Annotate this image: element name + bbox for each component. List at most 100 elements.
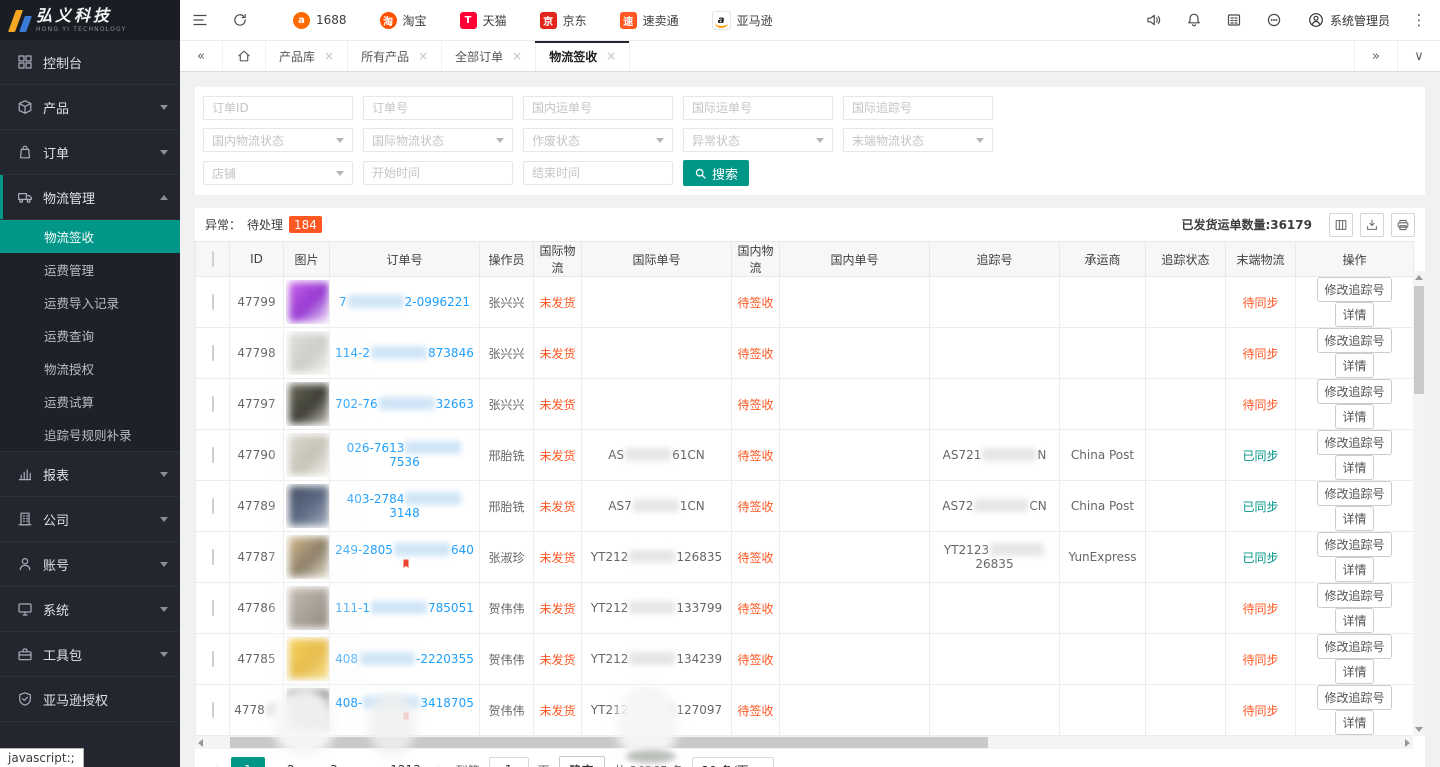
per-page-select[interactable]: 30 条/页	[692, 757, 773, 767]
filter-select-5[interactable]: 末端物流状态	[843, 128, 993, 152]
search-input-1[interactable]	[203, 96, 353, 120]
product-image[interactable]	[286, 586, 330, 630]
product-image[interactable]	[286, 637, 330, 681]
goto-page-input[interactable]	[489, 757, 529, 767]
tab-all-orders[interactable]: 全部订单×	[442, 41, 536, 71]
sidebar-item-system[interactable]: 系统	[0, 587, 180, 632]
edit-tracking-button[interactable]: 修改追踪号	[1317, 328, 1391, 353]
search-button[interactable]: 搜索	[683, 160, 749, 186]
detail-button[interactable]: 详情	[1335, 506, 1373, 531]
pagination-prev[interactable]: ‹	[209, 762, 222, 767]
detail-button[interactable]: 详情	[1335, 302, 1373, 327]
sidebar-item-account[interactable]: 账号	[0, 542, 180, 587]
product-image[interactable]	[286, 535, 330, 579]
end-time-input[interactable]	[523, 161, 673, 185]
platform-taobao[interactable]: 淘淘宝	[380, 12, 427, 29]
detail-button[interactable]: 详情	[1335, 608, 1373, 633]
detail-button[interactable]: 详情	[1335, 455, 1373, 480]
scroll-left-icon[interactable]	[198, 739, 203, 747]
close-icon[interactable]: ×	[512, 49, 522, 63]
order-link[interactable]: 72-0996221	[339, 295, 470, 309]
edit-tracking-button[interactable]: 修改追踪号	[1317, 277, 1391, 302]
pagination-next[interactable]: ›	[434, 762, 447, 767]
tabs-menu-icon[interactable]: ∨	[1397, 41, 1440, 71]
platform-tmall[interactable]: T天猫	[460, 12, 507, 29]
close-icon[interactable]: ×	[606, 49, 616, 63]
vertical-scrollbar[interactable]	[1413, 271, 1425, 736]
tab-product-lib[interactable]: 产品库×	[266, 41, 348, 71]
platform-1688[interactable]: a1688	[293, 12, 347, 29]
edit-tracking-button[interactable]: 修改追踪号	[1317, 634, 1391, 659]
row-checkbox[interactable]	[212, 549, 214, 565]
platform-smt[interactable]: 速速卖通	[620, 12, 679, 29]
edit-tracking-button[interactable]: 修改追踪号	[1317, 430, 1391, 455]
edit-tracking-button[interactable]: 修改追踪号	[1317, 685, 1391, 710]
sidebar-item-dashboard[interactable]: 控制台	[0, 40, 180, 85]
submenu-item-freight[interactable]: 运费管理	[0, 253, 180, 286]
order-link[interactable]: 702-7632663	[335, 397, 474, 411]
home-tab[interactable]	[223, 41, 266, 71]
order-link[interactable]: 408-2220355	[335, 652, 474, 666]
order-link[interactable]: 114-2873846	[335, 346, 474, 360]
detail-button[interactable]: 详情	[1335, 404, 1373, 429]
row-checkbox[interactable]	[212, 651, 214, 667]
filter-select-3[interactable]: 作废状态	[523, 128, 673, 152]
sidebar-item-logistics[interactable]: 物流管理	[0, 175, 180, 220]
edit-tracking-button[interactable]: 修改追踪号	[1317, 481, 1391, 506]
submenu-item-sign[interactable]: 物流签收	[0, 220, 180, 253]
product-image[interactable]	[286, 280, 330, 324]
collapse-menu-icon[interactable]	[180, 0, 220, 40]
order-link[interactable]: 249-2805640	[335, 543, 474, 571]
submenu-item-logistics-auth[interactable]: 物流授权	[0, 352, 180, 385]
sidebar-item-product[interactable]: 产品	[0, 85, 180, 130]
close-icon[interactable]: ×	[324, 49, 334, 63]
shop-select[interactable]: 店铺	[203, 161, 353, 185]
start-time-input[interactable]	[363, 161, 513, 185]
pagination-page-3[interactable]: 3	[317, 757, 351, 767]
row-checkbox[interactable]	[212, 345, 214, 361]
platform-amazon[interactable]: a亚马逊	[712, 11, 773, 30]
detail-button[interactable]: 详情	[1335, 710, 1373, 735]
close-icon[interactable]: ×	[418, 49, 428, 63]
row-checkbox[interactable]	[212, 498, 214, 514]
sidebar-item-toolkit[interactable]: 工具包	[0, 632, 180, 677]
search-input-5[interactable]	[843, 96, 993, 120]
product-image[interactable]	[286, 688, 330, 732]
horizontal-scrollbar-thumb[interactable]	[230, 737, 988, 748]
columns-button[interactable]	[1329, 213, 1353, 237]
edit-tracking-button[interactable]: 修改追踪号	[1317, 583, 1391, 608]
export-button[interactable]	[1360, 213, 1384, 237]
pagination-page-1213[interactable]: 1213	[386, 757, 425, 767]
detail-button[interactable]: 详情	[1335, 659, 1373, 684]
product-image[interactable]	[286, 382, 330, 426]
volume-icon[interactable]	[1134, 0, 1174, 40]
pending-count-badge[interactable]: 184	[289, 216, 322, 233]
row-checkbox[interactable]	[212, 447, 214, 463]
print-button[interactable]	[1391, 213, 1415, 237]
sidebar-item-company[interactable]: 公司	[0, 497, 180, 542]
product-image[interactable]	[286, 331, 330, 375]
submenu-item-freight-trial[interactable]: 运费试算	[0, 385, 180, 418]
order-link[interactable]: 408-3418705	[335, 696, 474, 724]
pagination-page-2[interactable]: 2	[274, 757, 308, 767]
tabs-scroll-right-icon[interactable]: »	[1354, 41, 1397, 71]
horizontal-scrollbar[interactable]	[195, 736, 1413, 749]
product-image[interactable]	[286, 433, 330, 477]
row-checkbox[interactable]	[212, 600, 214, 616]
order-link[interactable]: 403-27843148	[347, 492, 463, 520]
tabs-scroll-left-icon[interactable]: «	[180, 41, 223, 71]
scroll-right-icon[interactable]	[1405, 739, 1410, 747]
service-icon[interactable]	[1254, 0, 1294, 40]
row-checkbox[interactable]	[212, 396, 214, 412]
sidebar-item-order[interactable]: 订单	[0, 130, 180, 175]
confirm-button[interactable]: 确定	[559, 756, 605, 767]
sidebar-item-report[interactable]: 报表	[0, 452, 180, 497]
tab-all-products[interactable]: 所有产品×	[348, 41, 442, 71]
submenu-item-freight-query[interactable]: 运费查询	[0, 319, 180, 352]
search-input-2[interactable]	[363, 96, 513, 120]
sidebar-item-amazon-auth[interactable]: 亚马逊授权	[0, 677, 180, 722]
edit-tracking-button[interactable]: 修改追踪号	[1317, 532, 1391, 557]
platform-jd[interactable]: 京京东	[540, 12, 587, 29]
detail-button[interactable]: 详情	[1335, 557, 1373, 582]
filter-select-1[interactable]: 国内物流状态	[203, 128, 353, 152]
